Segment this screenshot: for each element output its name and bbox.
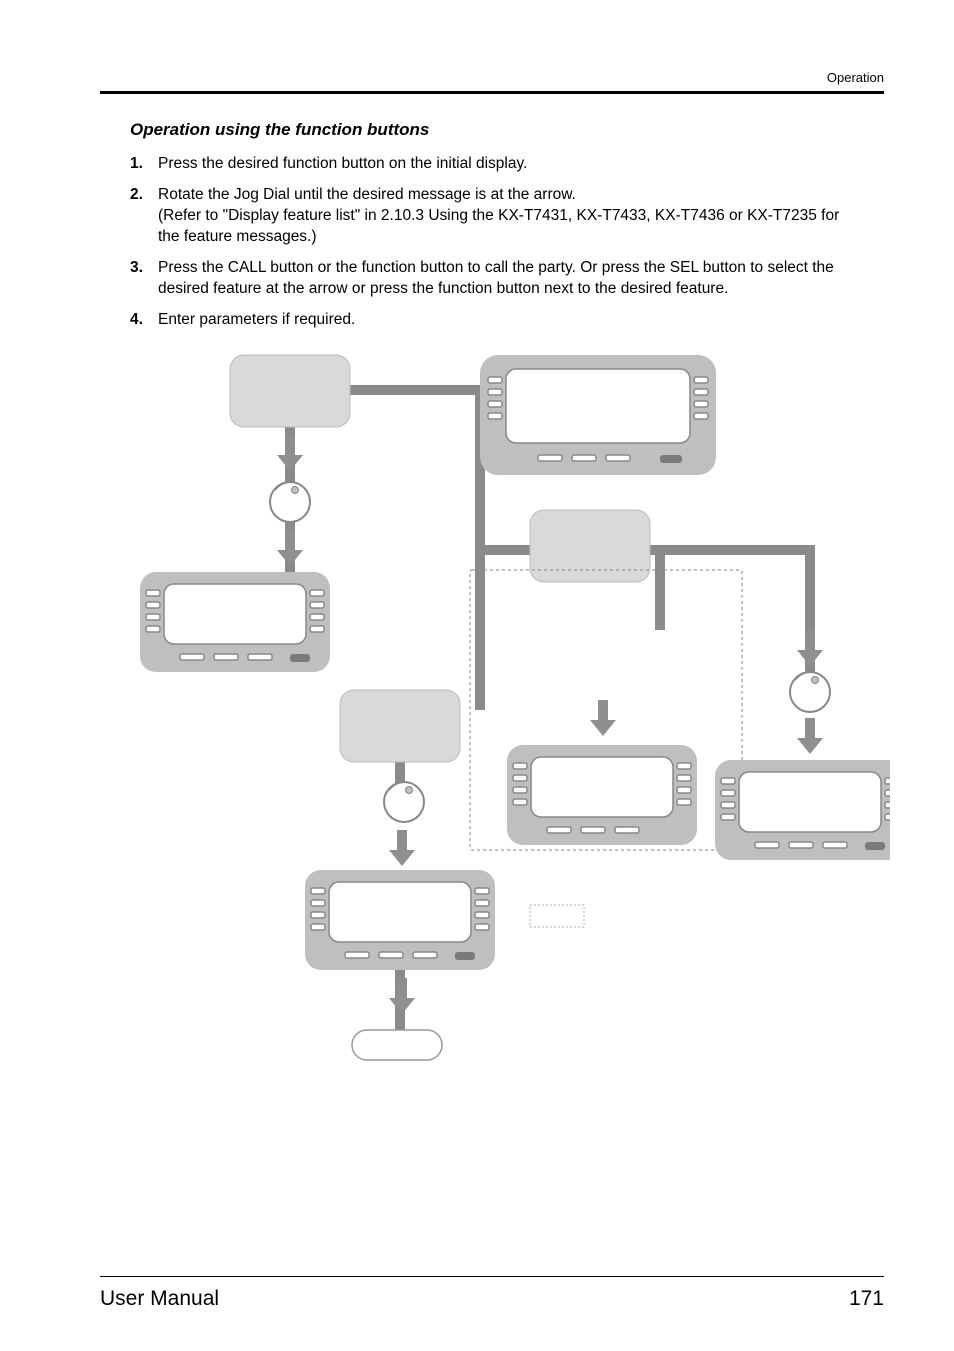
step-list: 1. Press the desired function button on …: [130, 154, 854, 330]
step-text: Enter parameters if required.: [158, 310, 854, 331]
section-label: Operation: [827, 70, 884, 85]
display-panel: [305, 870, 495, 970]
step-number: 2.: [130, 185, 148, 248]
display-panel: [140, 572, 330, 672]
display-panel: [480, 355, 716, 475]
step-number: 3.: [130, 258, 148, 300]
step-text: Rotate the Jog Dial until the desired me…: [158, 185, 854, 248]
section-subheading: Operation using the function buttons: [130, 120, 854, 140]
display-panel: [715, 760, 890, 860]
list-item: 4. Enter parameters if required.: [130, 310, 854, 331]
step-number: 4.: [130, 310, 148, 331]
list-item: 1. Press the desired function button on …: [130, 154, 854, 175]
step-text: Press the desired function button on the…: [158, 154, 854, 175]
rule-top: [100, 91, 884, 94]
footer-left: User Manual: [100, 1287, 219, 1311]
display-panel: [507, 745, 697, 845]
list-item: 3. Press the CALL button or the function…: [130, 258, 854, 300]
step-number: 1.: [130, 154, 148, 175]
flow-diagram: [130, 350, 890, 1110]
list-item: 2. Rotate the Jog Dial until the desired…: [130, 185, 854, 248]
page-number: 171: [849, 1287, 884, 1311]
step-text: Press the CALL button or the function bu…: [158, 258, 854, 300]
